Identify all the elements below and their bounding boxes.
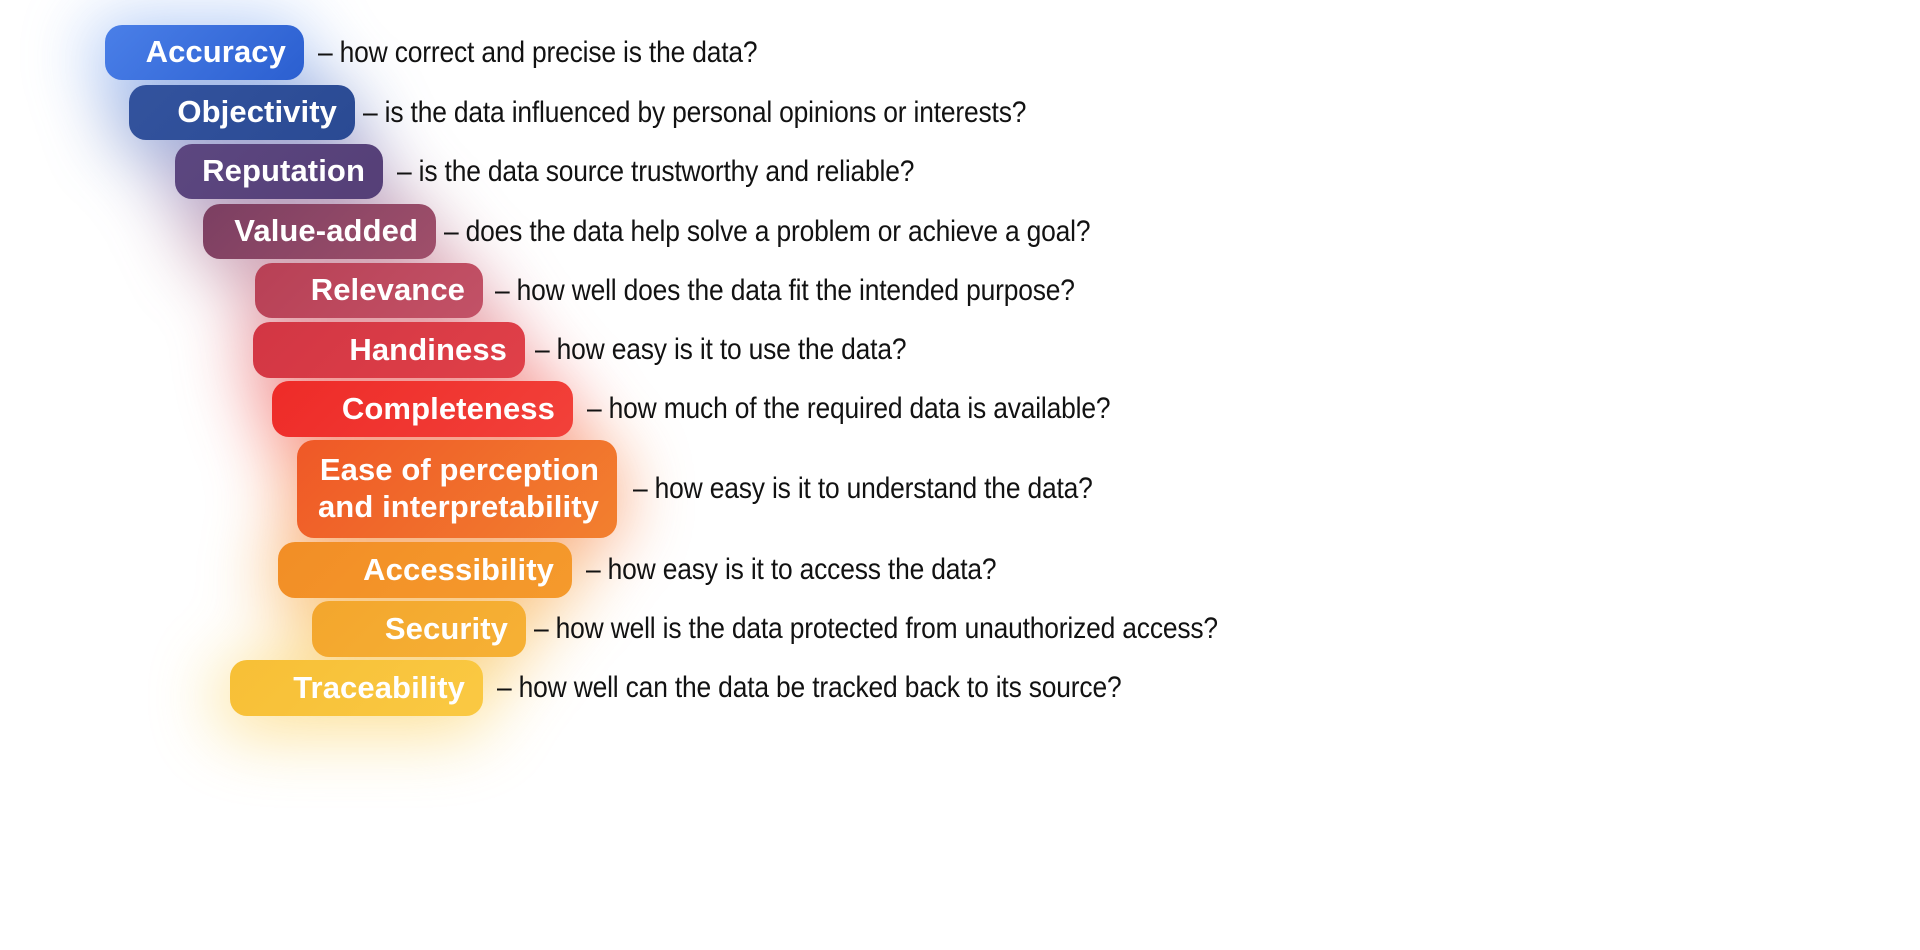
criterion-label: Accessibility	[363, 551, 554, 587]
criterion-label: Traceability	[293, 669, 465, 705]
criterion-description: – does the data help solve a problem or …	[444, 214, 1091, 248]
criterion-badge[interactable]: Accuracy	[105, 25, 304, 80]
criterion-row: Reputation – is the data source trustwort…	[175, 144, 985, 199]
criterion-row: Handiness – how easy is it to use the dat…	[253, 322, 957, 378]
criterion-badge[interactable]: Value-added	[203, 204, 436, 259]
criterion-badge[interactable]: Handiness	[253, 322, 525, 378]
criterion-row: Value-added – does the data help solve a …	[203, 204, 1179, 259]
criterion-description: – how easy is it to understand the data?	[633, 472, 1093, 505]
criterion-description: – how well does the data fit the intende…	[495, 273, 1075, 307]
criterion-label: Reputation	[202, 153, 365, 189]
criterion-label-line1: Ease of perception	[319, 451, 599, 487]
criterion-badge[interactable]: Accessibility	[278, 542, 572, 598]
criterion-row: Ease of perception and interpretability – …	[297, 440, 1155, 538]
criterion-row: Completeness – how much of the required d…	[272, 381, 1182, 437]
criterion-description: – how correct and precise is the data?	[318, 35, 758, 69]
criterion-badge[interactable]: Traceability	[230, 660, 483, 716]
criterion-description: – is the data influenced by personal opi…	[363, 95, 1027, 129]
criterion-description: – how easy is it to use the data?	[535, 333, 907, 366]
criterion-description: – how well is the data protected from un…	[534, 612, 1218, 645]
diagram-canvas: Accuracy – how correct and precise is the…	[0, 0, 1920, 950]
criterion-badge[interactable]: Reputation	[175, 144, 383, 199]
criterion-badge[interactable]: Completeness	[272, 381, 573, 437]
criterion-label: Completeness	[341, 390, 555, 426]
criterion-row: Security – how well is the data protected…	[312, 601, 1311, 657]
criterion-description: – how easy is it to access the data?	[586, 553, 997, 586]
criterion-label: Handiness	[349, 331, 507, 367]
criterion-row: Traceability – how well can the data be t…	[230, 660, 1207, 716]
criterion-badge[interactable]: Security	[312, 601, 526, 657]
criterion-badge[interactable]: Objectivity	[129, 85, 355, 140]
criterion-description: – how well can the data be tracked back …	[497, 671, 1122, 704]
criterion-label-line2: and interpretability	[317, 488, 599, 524]
criterion-label: Objectivity	[177, 94, 337, 130]
criterion-row: Relevance – how well does the data fit th…	[255, 263, 1154, 318]
criterion-label: Accuracy	[145, 34, 286, 70]
criterion-label: Security	[384, 610, 508, 646]
criterion-row: Accessibility – how easy is it to access …	[278, 542, 1052, 598]
criterion-description: – is the data source trustworthy and rel…	[397, 154, 915, 188]
criterion-badge[interactable]: Relevance	[255, 263, 483, 318]
criterion-description: – how much of the required data is avail…	[587, 392, 1111, 425]
criterion-row: Accuracy – how correct and precise is the…	[105, 25, 817, 80]
criterion-label: Relevance	[310, 272, 465, 308]
criterion-row: Objectivity – is the data influenced by p…	[129, 85, 1117, 140]
criterion-label: Value-added	[234, 213, 418, 249]
criterion-badge[interactable]: Ease of perception and interpretability	[297, 440, 617, 538]
